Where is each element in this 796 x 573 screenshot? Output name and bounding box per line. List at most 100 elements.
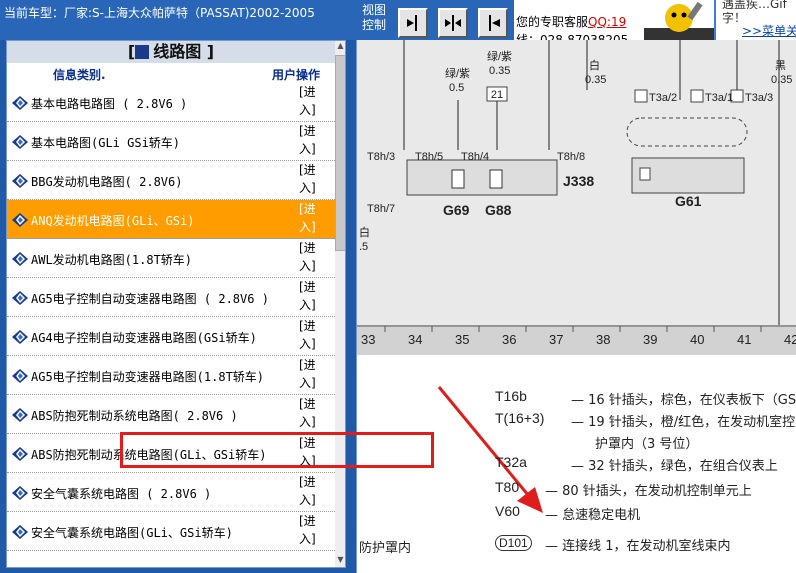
wire-label-4a: 黑 xyxy=(775,59,786,72)
legend-code-4: T80 xyxy=(495,479,520,495)
diamond-book-icon xyxy=(12,525,28,539)
mascot-icon xyxy=(644,1,714,40)
action-header: 用户操作 xyxy=(272,68,321,82)
diamond-book-icon xyxy=(12,135,28,149)
list-header: 信息类别. 用户操作 xyxy=(7,63,335,83)
ruler-number: 41 xyxy=(737,332,751,347)
tip-box: 遇盖疾…Gif 字！ >>菜单关 xyxy=(714,0,796,40)
service-text: 您的专职客服 xyxy=(516,15,589,29)
legend-code-3: T32a xyxy=(495,454,527,470)
legend-desc-1: — 16 针插头，棕色，在仪表板下（GS xyxy=(571,393,796,408)
list-item-label: ANQ发动机电路图(GLi、GSi) xyxy=(31,214,195,228)
wire-label-4b: 0.35 xyxy=(771,74,792,86)
enter-link[interactable]: [进 入] xyxy=(299,395,329,431)
list-item-label: 安全气囊系统电路图 ( 2.8V6 ) xyxy=(31,487,212,501)
left-wire-b: .5 xyxy=(359,241,368,253)
circuit-list-panel: [线路图 ] 信息类别. 用户操作 基本电路电路图 ( 2.8V6 ) [进 入] 基… xyxy=(6,40,346,568)
close-menu-link[interactable]: >>菜单关 xyxy=(742,22,796,39)
ruler-number: 42 xyxy=(784,332,796,347)
list-item[interactable]: ABS防抱死制动系统电路图( 2.8V6 ) [进 入] xyxy=(7,395,335,434)
list-item-label: AG4电子控制自动变速器电路图(GSi轿车) xyxy=(31,331,257,345)
diamond-book-icon xyxy=(12,252,28,266)
category-header: 信息类别. xyxy=(53,68,106,82)
list-item[interactable]: AWL发动机电路图(1.8T轿车) [进 入] xyxy=(7,239,335,278)
list-item[interactable]: 基本电路电路图 ( 2.8V6 ) [进 入] xyxy=(7,83,335,122)
legend-desc-5: — 怠速稳定电机 xyxy=(545,508,641,523)
list-item-label: 基本电路电路图 ( 2.8V6 ) xyxy=(31,97,188,111)
service-phone: 线：028-87038205 xyxy=(516,33,629,40)
enter-link[interactable]: [进 入] xyxy=(299,83,329,119)
diamond-book-icon xyxy=(12,408,28,422)
component-g69: G69 xyxy=(443,202,470,218)
diamond-book-icon xyxy=(12,447,28,461)
list-item[interactable]: AG5电子控制自动变速器电路图 ( 2.8V6 ) [进 入] xyxy=(7,278,335,317)
list-scrollbar[interactable]: ▲ ▼ xyxy=(335,41,345,567)
list-item[interactable]: 基本电路图(GLi GSi轿车) [进 入] xyxy=(7,122,335,161)
list-item-label: BBG发动机电路图( 2.8V6) xyxy=(31,175,183,189)
wire-label-2a: 绿/紫 xyxy=(487,49,512,63)
enter-link[interactable]: [进 入] xyxy=(299,161,329,197)
list-item-label: ABS防抱死制动系统电路图( 2.8V6 ) xyxy=(31,409,238,423)
enter-link[interactable]: [进 入] xyxy=(299,356,329,392)
left-wire-a: 白 xyxy=(359,225,370,239)
vehicle-label: 当前车型：厂家:S-上海大众帕萨特（PASSAT)2002-2005 xyxy=(4,6,315,20)
ruler-number: 36 xyxy=(502,332,516,347)
wiring-diagram: 21 绿/紫 0.5 绿/紫 0.35 白 0.35 黑 0.35 T3a/2 … xyxy=(357,40,796,355)
fit-page-button[interactable] xyxy=(398,8,428,38)
diamond-book-icon xyxy=(12,96,28,110)
enter-link[interactable]: [进 入] xyxy=(299,473,329,509)
legend-desc-3: — 32 针插头，绿色，在组合仪表上 xyxy=(571,459,778,474)
component-g61: G61 xyxy=(675,193,702,209)
enter-link[interactable]: [进 入] xyxy=(299,512,329,548)
legend-desc-4: — 80 针插头，在发动机控制单元上 xyxy=(545,484,752,499)
ruler-number: 37 xyxy=(549,332,563,347)
enter-link[interactable]: [进 入] xyxy=(299,278,329,314)
ruler-number: 38 xyxy=(596,332,610,347)
prev-button[interactable] xyxy=(478,8,508,38)
connector-t8h7: T8h/7 xyxy=(367,203,395,215)
wire-label-1b: 0.5 xyxy=(449,82,464,94)
qq-link[interactable]: QQ:19 xyxy=(588,15,626,29)
t3a3-label: T3a/3 xyxy=(745,92,773,104)
arrow-into-page-icon xyxy=(407,15,417,31)
list-item[interactable]: BBG发动机电路图( 2.8V6) [进 入] xyxy=(7,161,335,200)
scroll-down-icon[interactable]: ▼ xyxy=(335,555,345,567)
t3a2-label: T3a/2 xyxy=(649,92,677,104)
highlight-box xyxy=(120,432,434,468)
enter-link[interactable]: [进 入] xyxy=(299,239,329,275)
enter-link[interactable]: [进 入] xyxy=(299,317,329,353)
diamond-book-icon xyxy=(12,330,28,344)
legend-code-6: D101 xyxy=(495,535,532,551)
diamond-book-icon xyxy=(12,369,28,383)
terminal-box-label: 21 xyxy=(491,89,503,101)
legend-code-1: T16b xyxy=(495,388,527,404)
enter-link[interactable]: [进 入] xyxy=(299,200,329,236)
list-item-label: AG5电子控制自动变速器电路图(1.8T轿车) xyxy=(31,370,265,384)
panel-title: [线路图 ] xyxy=(7,41,335,63)
mascot-image xyxy=(644,0,714,40)
scroll-up-icon[interactable]: ▲ xyxy=(335,41,345,53)
legend-code-5: V60 xyxy=(495,503,520,519)
diagram-viewer[interactable]: 21 绿/紫 0.5 绿/紫 0.35 白 0.35 黑 0.35 T3a/2 … xyxy=(356,40,796,573)
diamond-book-icon xyxy=(12,213,28,227)
wire-label-1a: 绿/紫 xyxy=(445,66,470,80)
fit-both-button[interactable] xyxy=(438,8,468,38)
wire-label-2b: 0.35 xyxy=(489,65,510,77)
list-item[interactable]: AG4电子控制自动变速器电路图(GSi轿车) [进 入] xyxy=(7,317,335,356)
enter-link[interactable]: [进 入] xyxy=(299,122,329,158)
list-item[interactable]: AG5电子控制自动变速器电路图(1.8T轿车) [进 入] xyxy=(7,356,335,395)
legend-desc-6: — 连接线 1，在发动机室线束内 xyxy=(545,539,731,554)
list-item-label: AWL发动机电路图(1.8T轿车) xyxy=(31,253,193,267)
list-item[interactable]: 安全气囊系统电路图(GLi、GSi轿车) [进 入] xyxy=(7,512,335,551)
connector-t8h4: T8h/4 xyxy=(461,151,489,163)
scroll-thumb[interactable] xyxy=(335,55,345,251)
t3a1-label: T3a/1 xyxy=(705,92,733,104)
component-j338: J338 xyxy=(563,173,594,189)
ruler-number: 39 xyxy=(643,332,657,347)
ruler-number: 40 xyxy=(690,332,704,347)
list-item[interactable]: ANQ发动机电路图(GLi、GSi) [进 入] xyxy=(7,200,335,239)
connector-t8h3: T8h/3 xyxy=(367,151,395,163)
service-panel: 您的专职客服QQ:19 线：028-87038205 xyxy=(514,0,644,40)
legend-desc-2b: 护罩内（3 号位） xyxy=(595,437,699,452)
list-item[interactable]: 安全气囊系统电路图 ( 2.8V6 ) [进 入] xyxy=(7,473,335,512)
